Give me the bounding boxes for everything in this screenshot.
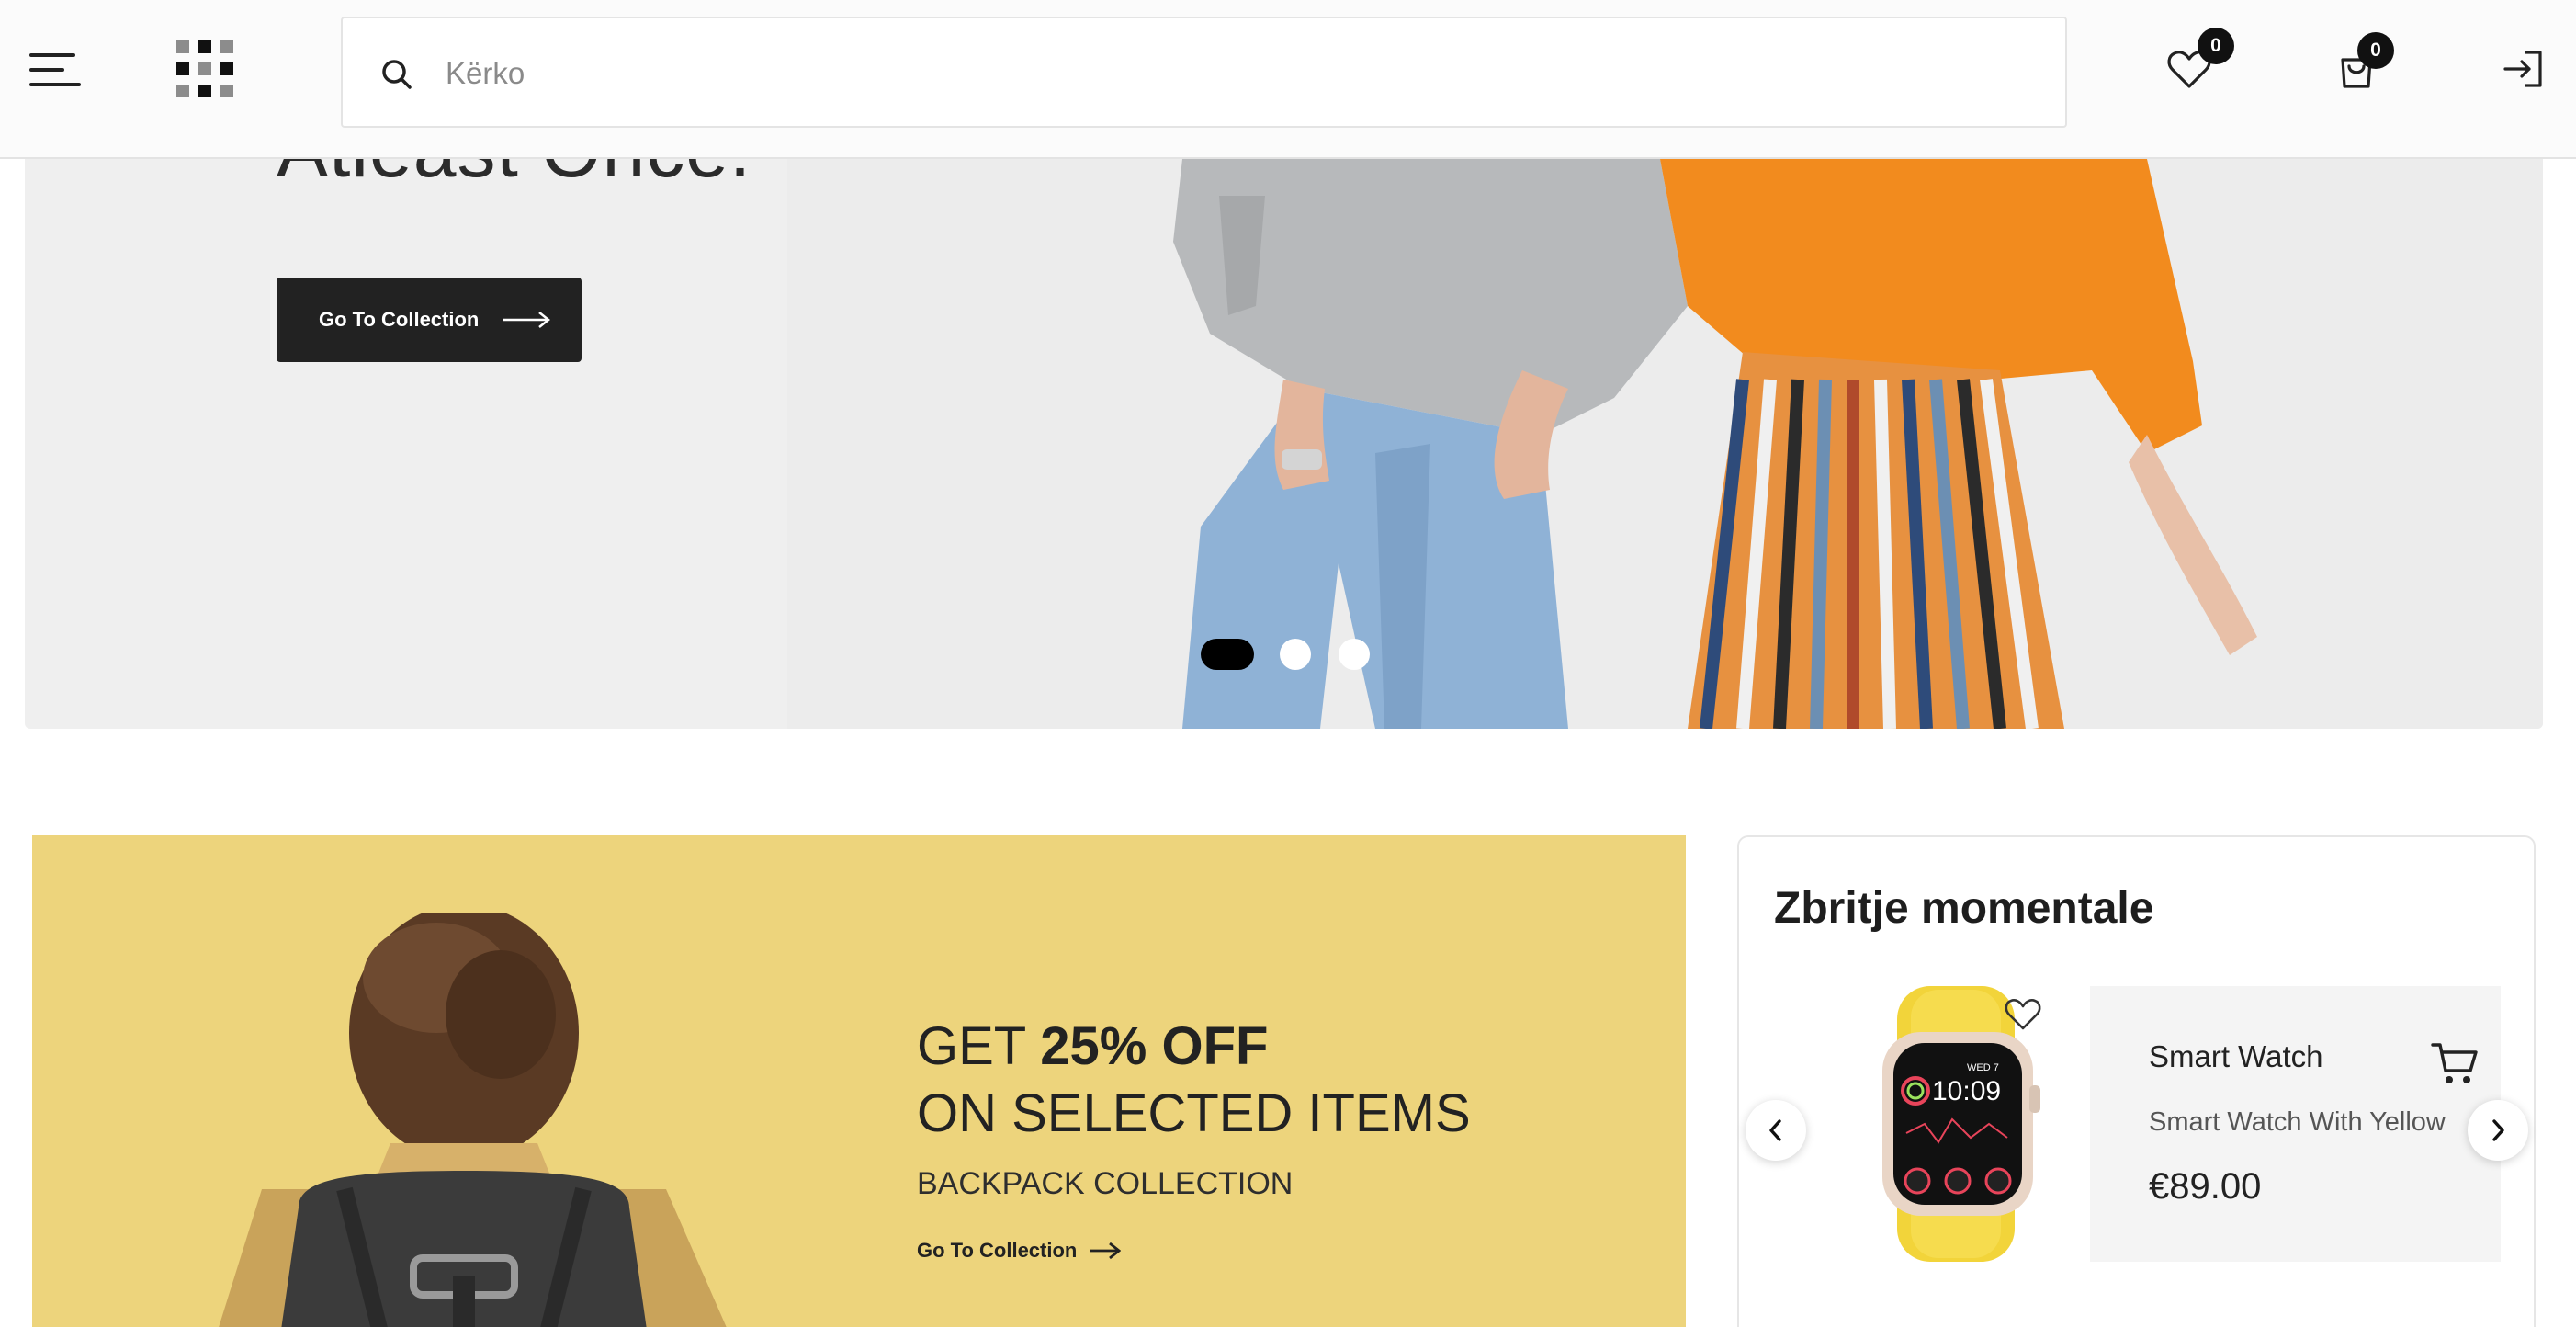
promo-headline-line2: ON SELECTED ITEMS bbox=[917, 1083, 1471, 1143]
watch-time: 10:09 bbox=[1932, 1076, 2001, 1106]
promo-banner: GET 25% OFF ON SELECTED ITEMS BACKPACK C… bbox=[32, 835, 1686, 1327]
promo-go-to-collection-link[interactable]: Go To Collection bbox=[917, 1239, 1471, 1263]
add-to-cart-icon[interactable] bbox=[2430, 1038, 2480, 1087]
promo-collection-name: BACKPACK COLLECTION bbox=[917, 1166, 1294, 1201]
slider-dot-3[interactable] bbox=[1339, 639, 1370, 670]
cart-count-badge: 0 bbox=[2357, 32, 2394, 69]
watch-day: WED 7 bbox=[1967, 1062, 1999, 1073]
hero-slider: Atleast Once. Go To Collection bbox=[25, 159, 2543, 729]
site-header: 0 0 bbox=[0, 0, 2576, 159]
chevron-left-icon bbox=[1769, 1119, 1781, 1141]
search-input[interactable] bbox=[446, 46, 2007, 101]
backpack-model-image bbox=[219, 913, 727, 1327]
promo-discount: 25% OFF bbox=[1040, 1016, 1269, 1076]
promo-link-label: Go To Collection bbox=[917, 1239, 1078, 1262]
product-description: Smart Watch With Yellow bbox=[2149, 1107, 2446, 1137]
arrow-right-icon bbox=[503, 312, 551, 328]
login-icon[interactable] bbox=[2499, 44, 2548, 94]
carousel-prev-button[interactable] bbox=[1746, 1100, 1806, 1161]
hero-button-label: Go To Collection bbox=[319, 308, 480, 331]
hero-go-to-collection-button[interactable]: Go To Collection bbox=[277, 278, 582, 362]
flash-deals-panel: Zbritje momentale WED 7 10:09 Smart Watc… bbox=[1737, 835, 2536, 1327]
search-icon[interactable] bbox=[379, 57, 414, 92]
hamburger-menu-icon[interactable] bbox=[29, 50, 81, 90]
arrow-right-icon bbox=[1090, 1242, 1122, 1260]
wishlist-count-badge: 0 bbox=[2198, 28, 2234, 64]
product-price: €89.00 bbox=[2149, 1166, 2262, 1207]
search-bar bbox=[341, 17, 2067, 128]
deals-title: Zbritje momentale bbox=[1774, 884, 2154, 933]
hero-models-image bbox=[787, 159, 2543, 729]
slider-dot-2[interactable] bbox=[1280, 639, 1311, 670]
product-image: WED 7 10:09 bbox=[1824, 986, 2090, 1262]
hero-title: Atleast Once. bbox=[277, 159, 751, 195]
promo-text: GET 25% OFF ON SELECTED ITEMS BACKPACK C… bbox=[917, 1015, 1471, 1263]
chevron-right-icon bbox=[2492, 1119, 2504, 1141]
smart-watch-image: WED 7 10:09 bbox=[1882, 986, 2040, 1262]
promo-headline-line1: GET 25% OFF bbox=[917, 1015, 1471, 1077]
slider-dot-1-active[interactable] bbox=[1201, 639, 1254, 670]
add-to-wishlist-heart-icon[interactable] bbox=[2004, 995, 2042, 1032]
carousel-next-button[interactable] bbox=[2468, 1100, 2528, 1161]
product-name: Smart Watch bbox=[2149, 1039, 2323, 1073]
grid-logo-icon[interactable] bbox=[176, 40, 237, 101]
deal-product-card[interactable]: WED 7 10:09 Smart Watch Smart Watch With… bbox=[1824, 986, 2501, 1262]
product-info: Smart Watch Smart Watch With Yellow €89.… bbox=[2090, 986, 2501, 1262]
promo-headline-prefix: GET bbox=[917, 1016, 1041, 1076]
